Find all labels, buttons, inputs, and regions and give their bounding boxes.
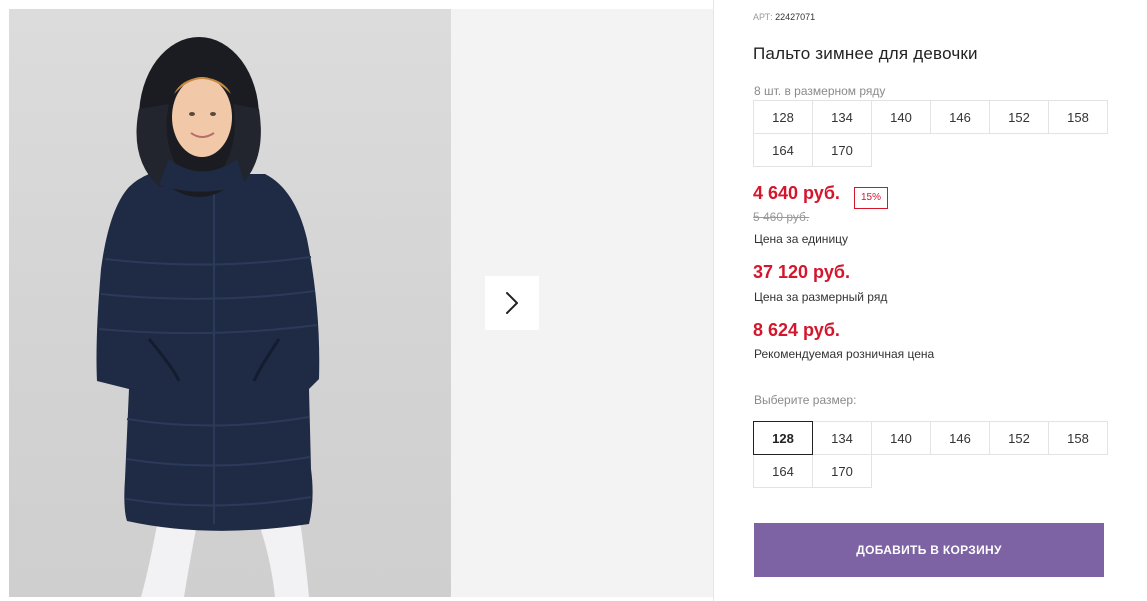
product-photo[interactable]	[9, 9, 451, 597]
size-option[interactable]: 140	[871, 421, 931, 455]
sku-number: 22427071	[775, 12, 816, 22]
product-gallery	[0, 0, 713, 601]
unit-price-label: Цена за единицу	[754, 232, 849, 246]
sku-line: АРТ: 22427071	[753, 12, 815, 22]
size-row-price: 37 120 руб.	[753, 262, 850, 282]
pack-size-grid: 128 134 140 146 152 158 164 170	[753, 100, 1111, 167]
size-option[interactable]: 170	[812, 454, 872, 488]
pack-size-cell: 170	[812, 133, 872, 167]
gallery-next-button[interactable]	[485, 276, 539, 330]
chevron-right-icon	[506, 292, 518, 314]
unit-price: 4 640 руб.	[753, 183, 840, 203]
pack-size-note: 8 шт. в размерном ряду	[754, 84, 886, 98]
pack-size-cell: 164	[753, 133, 813, 167]
pack-size-cell: 152	[989, 100, 1049, 134]
size-option[interactable]: 146	[930, 421, 990, 455]
column-divider	[713, 0, 714, 601]
pack-size-cell: 158	[1048, 100, 1108, 134]
size-option[interactable]: 164	[753, 454, 813, 488]
old-price: 5 460 руб.	[753, 210, 810, 224]
size-option[interactable]: 158	[1048, 421, 1108, 455]
size-option[interactable]: 134	[812, 421, 872, 455]
pack-size-cell: 128	[753, 100, 813, 134]
product-title: Пальто зимнее для девочки	[753, 44, 978, 63]
choose-size-label: Выберите размер:	[754, 393, 857, 407]
size-selector: 128 134 140 146 152 158 164 170	[753, 421, 1111, 488]
retail-price: 8 624 руб.	[753, 320, 840, 340]
size-option-selected[interactable]: 128	[753, 421, 813, 455]
sku-label: АРТ:	[753, 12, 773, 22]
size-option[interactable]: 152	[989, 421, 1049, 455]
pack-size-cell: 140	[871, 100, 931, 134]
discount-badge: 15%	[854, 187, 889, 209]
size-row-price-label: Цена за размерный ряд	[754, 290, 888, 304]
pack-size-cell: 146	[930, 100, 990, 134]
coat-illustration	[96, 37, 320, 597]
retail-price-label: Рекомендуемая розничная цена	[754, 347, 935, 361]
pack-size-cell: 134	[812, 100, 872, 134]
add-to-cart-button[interactable]: ДОБАВИТЬ В КОРЗИНУ	[754, 523, 1104, 577]
